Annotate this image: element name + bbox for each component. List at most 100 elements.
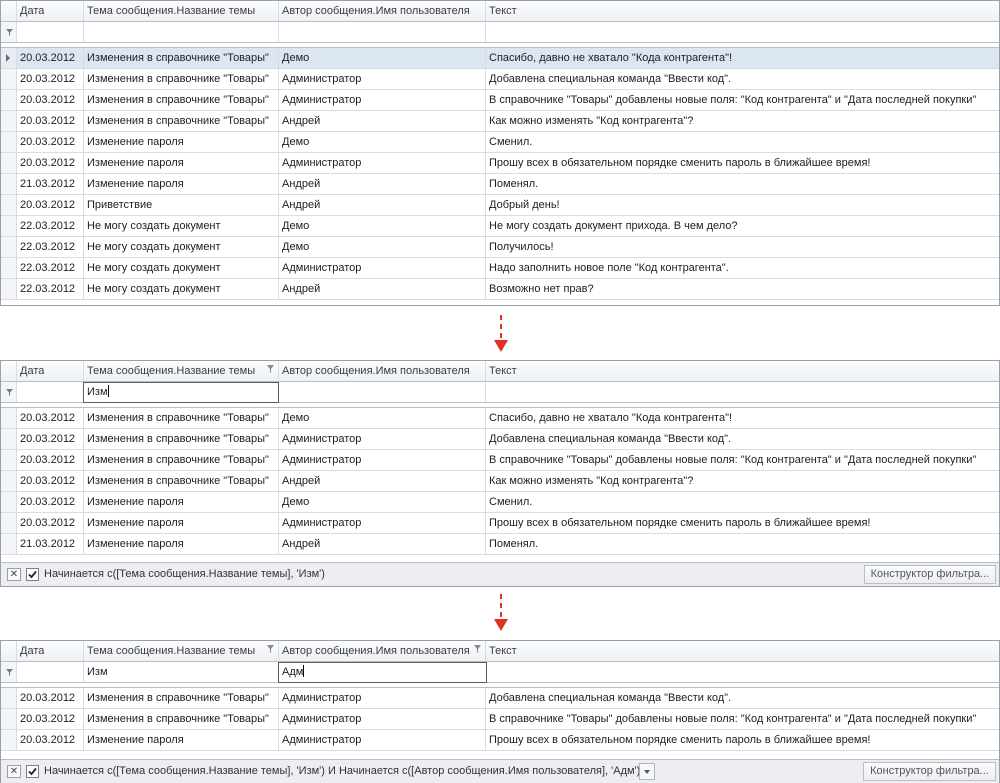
cell-topic[interactable]: Изменения в справочнике "Товары" xyxy=(84,450,279,470)
cell-date[interactable]: 20.03.2012 xyxy=(17,48,84,68)
autofilter-topic-cell[interactable]: Изм xyxy=(84,662,279,682)
cell-text[interactable]: В справочнике "Товары" добавлены новые п… xyxy=(486,709,999,729)
cell-topic[interactable]: Изменения в справочнике "Товары" xyxy=(84,69,279,89)
table-row[interactable]: 20.03.2012 Изменение пароля Администрато… xyxy=(1,153,999,174)
cell-date[interactable]: 20.03.2012 xyxy=(17,69,84,89)
cell-author[interactable]: Андрей xyxy=(279,279,486,299)
column-header-date[interactable]: Дата xyxy=(17,641,84,661)
cell-text[interactable]: Спасибо, давно не хватало "Кода контраге… xyxy=(486,48,999,68)
autofilter-date-cell[interactable] xyxy=(17,662,84,682)
cell-author[interactable]: Демо xyxy=(279,408,486,428)
table-row[interactable]: 20.03.2012 Изменения в справочнике "Това… xyxy=(1,48,999,69)
cell-date[interactable]: 20.03.2012 xyxy=(17,688,84,708)
cell-text[interactable]: Добавлена специальная команда "Ввести ко… xyxy=(486,69,999,89)
table-row[interactable]: 20.03.2012 Изменение пароля Администрато… xyxy=(1,513,999,534)
cell-text[interactable]: Поменял. xyxy=(486,174,999,194)
checkbox-checked-icon[interactable] xyxy=(26,765,39,778)
cell-topic[interactable]: Не могу создать документ xyxy=(84,237,279,257)
column-header-text[interactable]: Текст xyxy=(486,641,999,661)
cell-topic[interactable]: Изменения в справочнике "Товары" xyxy=(84,111,279,131)
table-row[interactable]: 20.03.2012 Изменения в справочнике "Това… xyxy=(1,111,999,132)
table-row[interactable]: 20.03.2012 Изменение пароля Демо Сменил. xyxy=(1,492,999,513)
cell-author[interactable]: Андрей xyxy=(279,111,486,131)
cell-author[interactable]: Администратор xyxy=(279,688,486,708)
cell-topic[interactable]: Не могу создать документ xyxy=(84,216,279,236)
cell-author[interactable]: Демо xyxy=(279,492,486,512)
cell-date[interactable]: 20.03.2012 xyxy=(17,111,84,131)
table-row[interactable]: 22.03.2012 Не могу создать документ Демо… xyxy=(1,216,999,237)
cell-text[interactable]: Прошу всех в обязательном порядке сменит… xyxy=(486,153,999,173)
cell-date[interactable]: 20.03.2012 xyxy=(17,90,84,110)
cell-topic[interactable]: Изменение пароля xyxy=(84,534,279,554)
cell-date[interactable]: 20.03.2012 xyxy=(17,429,84,449)
cell-date[interactable]: 20.03.2012 xyxy=(17,195,84,215)
cell-text[interactable]: Как можно изменять "Код контрагента"? xyxy=(486,111,999,131)
cell-date[interactable]: 20.03.2012 xyxy=(17,709,84,729)
cell-topic[interactable]: Изменение пароля xyxy=(84,513,279,533)
cell-text[interactable]: Спасибо, давно не хватало "Кода контраге… xyxy=(486,408,999,428)
cell-author[interactable]: Администратор xyxy=(279,153,486,173)
cell-author[interactable]: Андрей xyxy=(279,174,486,194)
cell-date[interactable]: 22.03.2012 xyxy=(17,258,84,278)
cell-topic[interactable]: Изменения в справочнике "Товары" xyxy=(84,688,279,708)
column-header-date[interactable]: Дата xyxy=(17,361,84,381)
cell-text[interactable]: Возможно нет прав? xyxy=(486,279,999,299)
cell-date[interactable]: 21.03.2012 xyxy=(17,534,84,554)
cell-author[interactable]: Администратор xyxy=(279,513,486,533)
column-header-author[interactable]: Автор сообщения.Имя пользователя xyxy=(279,1,486,21)
table-row[interactable]: 22.03.2012 Не могу создать документ Андр… xyxy=(1,279,999,300)
autofilter-topic-cell[interactable] xyxy=(84,22,279,42)
cell-text[interactable]: Надо заполнить новое поле "Код контраген… xyxy=(486,258,999,278)
cell-author[interactable]: Демо xyxy=(279,216,486,236)
cell-topic[interactable]: Изменения в справочнике "Товары" xyxy=(84,48,279,68)
table-row[interactable]: 20.03.2012 Изменения в справочнике "Това… xyxy=(1,429,999,450)
cell-topic[interactable]: Изменение пароля xyxy=(84,153,279,173)
table-row[interactable]: 20.03.2012 Изменения в справочнике "Това… xyxy=(1,471,999,492)
column-filter-icon[interactable] xyxy=(267,365,274,373)
autofilter-text-cell[interactable] xyxy=(486,382,999,402)
cell-topic[interactable]: Изменения в справочнике "Товары" xyxy=(84,709,279,729)
cell-author[interactable]: Администратор xyxy=(279,429,486,449)
table-row[interactable]: 20.03.2012 Изменения в справочнике "Това… xyxy=(1,90,999,111)
cell-date[interactable]: 21.03.2012 xyxy=(17,174,84,194)
autofilter-author-cell[interactable] xyxy=(279,382,486,402)
close-icon[interactable]: ✕ xyxy=(7,568,21,581)
close-icon[interactable]: ✕ xyxy=(7,765,21,778)
table-row[interactable]: 22.03.2012 Не могу создать документ Демо… xyxy=(1,237,999,258)
autofilter-date-cell[interactable] xyxy=(17,382,84,402)
table-row[interactable]: 20.03.2012 Изменения в справочнике "Това… xyxy=(1,709,999,730)
cell-topic[interactable]: Не могу создать документ xyxy=(84,258,279,278)
table-row[interactable]: 21.03.2012 Изменение пароля Андрей Помен… xyxy=(1,174,999,195)
autofilter-text-cell[interactable] xyxy=(486,662,999,682)
cell-topic[interactable]: Изменения в справочнике "Товары" xyxy=(84,408,279,428)
cell-author[interactable]: Андрей xyxy=(279,534,486,554)
cell-topic[interactable]: Изменение пароля xyxy=(84,492,279,512)
cell-topic[interactable]: Изменение пароля xyxy=(84,730,279,750)
autofilter-topic-input[interactable]: Изм xyxy=(83,382,279,403)
filter-expression[interactable]: Начинается с([Тема сообщения.Название те… xyxy=(44,563,325,586)
table-row[interactable]: 22.03.2012 Не могу создать документ Адми… xyxy=(1,258,999,279)
table-row[interactable]: 20.03.2012 Изменения в справочнике "Това… xyxy=(1,688,999,709)
cell-topic[interactable]: Изменения в справочнике "Товары" xyxy=(84,471,279,491)
autofilter-text-cell[interactable] xyxy=(486,22,999,42)
autofilter-author-input[interactable]: Адм xyxy=(278,662,487,683)
checkbox-checked-icon[interactable] xyxy=(26,568,39,581)
cell-text[interactable]: Добавлена специальная команда "Ввести ко… xyxy=(486,429,999,449)
cell-text[interactable]: В справочнике "Товары" добавлены новые п… xyxy=(486,450,999,470)
cell-text[interactable]: Поменял. xyxy=(486,534,999,554)
cell-text[interactable]: Сменил. xyxy=(486,492,999,512)
column-header-text[interactable]: Текст xyxy=(486,361,999,381)
column-header-topic[interactable]: Тема сообщения.Название темы xyxy=(84,1,279,21)
filter-builder-button[interactable]: Конструктор фильтра... xyxy=(864,565,996,584)
cell-text[interactable]: Добавлена специальная команда "Ввести ко… xyxy=(486,688,999,708)
cell-topic[interactable]: Изменение пароля xyxy=(84,132,279,152)
cell-date[interactable]: 20.03.2012 xyxy=(17,450,84,470)
autofilter-author-cell[interactable] xyxy=(279,22,486,42)
cell-author[interactable]: Администратор xyxy=(279,450,486,470)
cell-date[interactable]: 22.03.2012 xyxy=(17,237,84,257)
filter-expression[interactable]: Начинается с([Тема сообщения.Название те… xyxy=(44,760,640,783)
cell-author[interactable]: Демо xyxy=(279,48,486,68)
cell-text[interactable]: Получилось! xyxy=(486,237,999,257)
filter-history-dropdown[interactable] xyxy=(639,763,655,780)
table-row[interactable]: 20.03.2012 Изменение пароля Администрато… xyxy=(1,730,999,751)
